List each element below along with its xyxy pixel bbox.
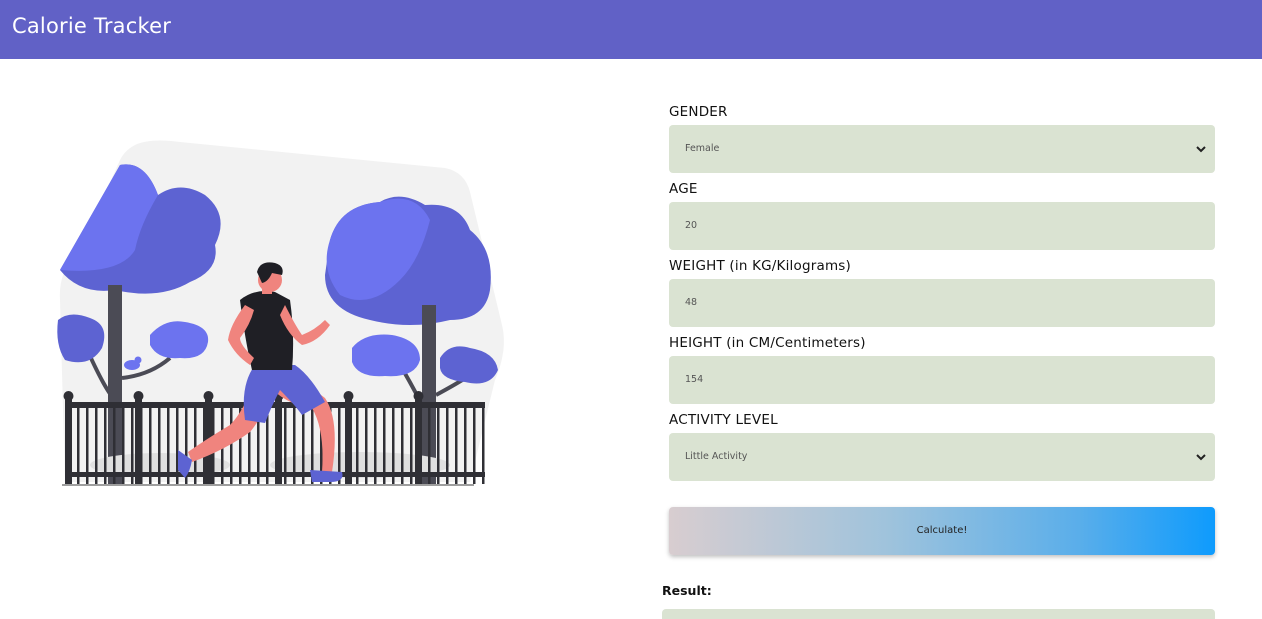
weight-label: WEIGHT (in KG/Kilograms) [669,258,851,274]
activity-level-select-value: Little Activity [685,451,748,462]
activity-level-label: ACTIVITY LEVEL [669,412,778,428]
age-input[interactable]: 20 [669,202,1215,250]
calculate-button[interactable]: Calculate! [669,507,1215,555]
weight-input[interactable]: 48 [669,279,1215,327]
result-label: Result: [662,583,712,598]
age-label: AGE [669,181,698,197]
app-header: Calorie Tracker [0,0,1262,59]
height-label: HEIGHT (in CM/Centimeters) [669,335,866,351]
gender-select[interactable]: Female [669,125,1215,173]
app-title: Calorie Tracker [12,14,172,38]
height-input-value: 154 [685,374,704,385]
gender-select-value: Female [685,143,720,154]
height-input[interactable]: 154 [669,356,1215,404]
gender-label: GENDER [669,104,728,120]
chevron-down-icon [1196,146,1206,153]
age-input-value: 20 [685,220,698,231]
chevron-down-icon [1196,454,1206,461]
activity-level-select[interactable]: Little Activity [669,433,1215,481]
weight-input-value: 48 [685,297,698,308]
running-man-illustration [57,140,504,486]
result-output [662,609,1215,619]
